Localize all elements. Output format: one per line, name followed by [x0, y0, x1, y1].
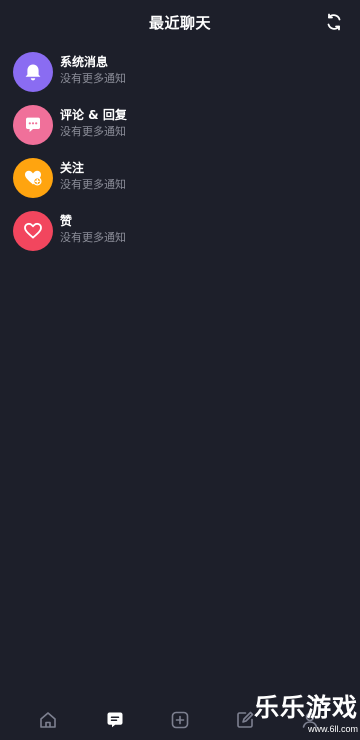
item-subtitle: 没有更多通知: [60, 72, 126, 85]
refresh-icon: [327, 13, 341, 31]
follow-avatar: [13, 158, 53, 198]
item-title: 赞: [60, 214, 73, 228]
list-item-system[interactable]: 系统消息 没有更多通知: [0, 48, 360, 101]
list-item-follow[interactable]: 关注 没有更多通知: [0, 154, 360, 207]
item-subtitle: 没有更多通知: [60, 125, 126, 138]
header-bar: 最近聊天: [0, 0, 360, 44]
tab-messages[interactable]: [103, 708, 127, 732]
item-title: 关注: [60, 161, 85, 175]
add-icon: [171, 711, 189, 729]
message-list: 系统消息 没有更多通知 评论 & 回复 没有更多通知 关注 没有更多通知 赞 没…: [0, 48, 360, 260]
list-item-likes[interactable]: 赞 没有更多通知: [0, 207, 360, 260]
comments-avatar: [13, 105, 53, 145]
tab-edit[interactable]: [233, 708, 257, 732]
tab-add[interactable]: [168, 708, 192, 732]
bottom-tab-bar: [0, 700, 360, 740]
home-icon: [40, 712, 56, 728]
item-subtitle: 没有更多通知: [60, 178, 126, 191]
heart-icon: [24, 222, 42, 239]
bell-icon: [25, 64, 41, 81]
tab-home[interactable]: [36, 708, 60, 732]
list-item-comments[interactable]: 评论 & 回复 没有更多通知: [0, 101, 360, 154]
item-title: 评论 & 回复: [60, 108, 127, 122]
edit-icon: [237, 711, 254, 728]
item-subtitle: 没有更多通知: [60, 231, 126, 244]
refresh-button[interactable]: [324, 12, 344, 32]
comment-icon: [26, 117, 40, 132]
likes-avatar: [13, 211, 53, 251]
item-title: 系统消息: [60, 55, 109, 69]
follow-heart-icon: [25, 170, 42, 186]
profile-icon: [302, 712, 318, 728]
message-icon: [107, 712, 123, 728]
tab-profile[interactable]: [298, 708, 322, 732]
system-avatar: [13, 52, 53, 92]
page-title: 最近聊天: [148, 14, 211, 32]
